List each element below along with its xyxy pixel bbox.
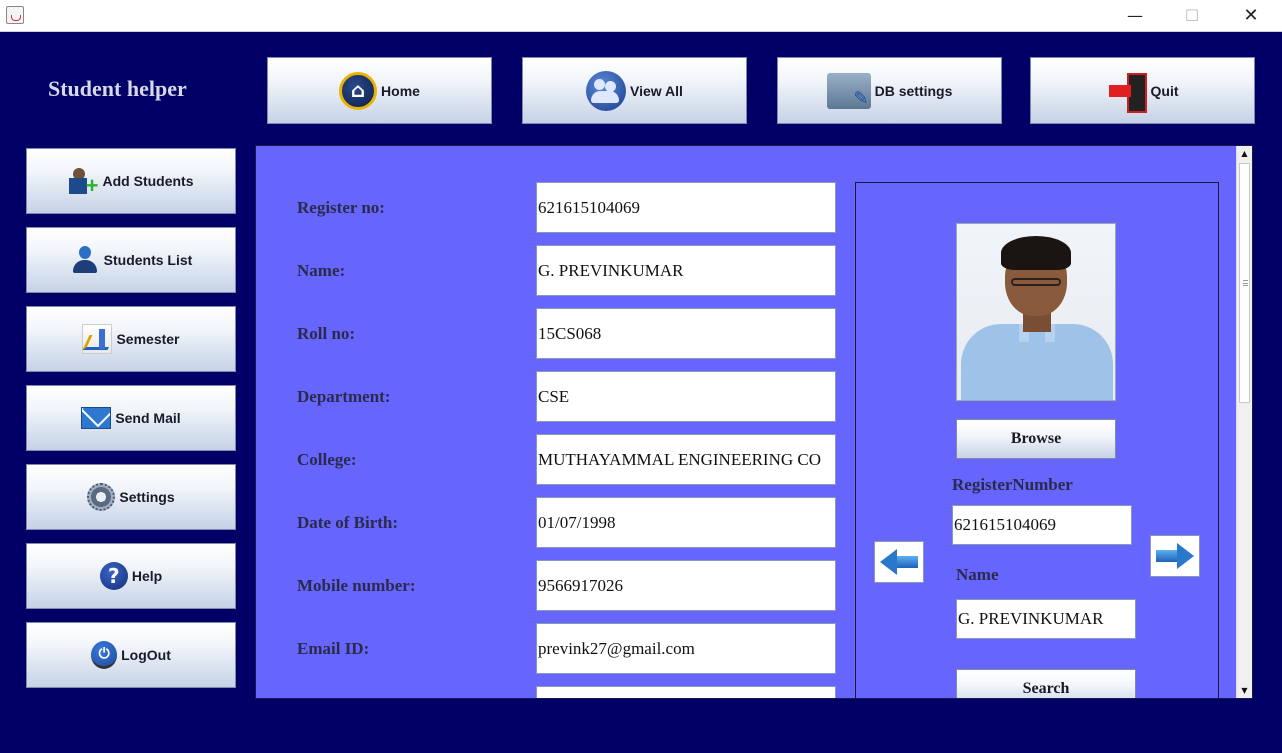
db-settings-label: DB settings <box>874 82 953 99</box>
sidebar-item-label: Semester <box>116 331 180 347</box>
sidebar-item-label: Settings <box>119 489 175 505</box>
mobile-number-field[interactable]: 9566917026 <box>536 560 836 611</box>
folder-settings-icon <box>826 72 871 109</box>
view-all-label: View All <box>630 82 683 99</box>
add-user-icon <box>68 166 99 196</box>
view-all-button[interactable]: View All <box>522 57 747 124</box>
chart-icon <box>82 324 113 354</box>
email-id-label: Email ID: <box>297 639 370 658</box>
student-photo <box>956 223 1116 401</box>
quit-label: Quit <box>1150 82 1179 99</box>
next-button[interactable] <box>1150 535 1200 577</box>
register-no-label: Register no: <box>297 198 385 217</box>
help-icon: ? <box>99 562 128 590</box>
search-button[interactable]: Search <box>956 669 1136 698</box>
exit-door-icon <box>1107 71 1147 113</box>
browse-button[interactable]: Browse <box>956 419 1116 459</box>
email-id-field[interactable]: prevink27@gmail.com <box>536 623 836 674</box>
college-label: College: <box>297 450 357 469</box>
scrollbar-thumb[interactable] <box>1239 163 1250 403</box>
quit-button[interactable]: Quit <box>1030 57 1255 124</box>
name-label: Name: <box>297 261 346 280</box>
student-detail-panel: Register no: 621615104069 Name: G. PREVI… <box>255 145 1253 699</box>
db-settings-button[interactable]: DB settings <box>777 57 1002 124</box>
mail-icon <box>81 407 112 429</box>
sidebar-item-students-list[interactable]: Students List <box>26 227 236 293</box>
logout-icon: ⏻ <box>91 641 118 669</box>
sidebar-item-label: Send Mail <box>115 410 181 426</box>
gear-icon <box>87 483 116 511</box>
date-of-birth-label: Date of Birth: <box>297 513 399 532</box>
roll-no-field[interactable]: 15CS068 <box>536 308 836 359</box>
college-field[interactable]: MUTHAYAMMAL ENGINEERING CO <box>536 434 836 485</box>
name-search-field[interactable]: G. PREVINKUMAR <box>956 599 1136 639</box>
sidebar-item-send-mail[interactable]: Send Mail <box>26 385 236 451</box>
register-number-label: RegisterNumber <box>952 475 1073 494</box>
app-window: Student helper Home View All DB settings… <box>2 33 1280 751</box>
student-photo-panel: Browse RegisterNumber 621615104069 Name … <box>855 182 1219 698</box>
arrow-right-icon <box>1156 543 1194 569</box>
vertical-scrollbar[interactable]: ▲ ▼ <box>1236 146 1252 698</box>
sidebar-item-help[interactable]: ? Help <box>26 543 236 609</box>
close-button[interactable]: ✕ <box>1231 4 1271 28</box>
home-icon <box>339 71 378 110</box>
date-of-birth-field[interactable]: 01/07/1998 <box>536 497 836 548</box>
sidebar-item-add-students[interactable]: Add Students <box>26 148 236 214</box>
user-icon <box>70 245 100 275</box>
sidebar-item-settings[interactable]: Settings <box>26 464 236 530</box>
sidebar-item-logout[interactable]: ⏻ LogOut <box>26 622 236 688</box>
home-button[interactable]: Home <box>267 57 492 124</box>
department-label: Department: <box>297 387 391 406</box>
register-number-search-field[interactable]: 621615104069 <box>952 505 1132 545</box>
scroll-down-arrow-icon[interactable]: ▼ <box>1237 683 1252 698</box>
previous-button[interactable] <box>874 541 924 583</box>
java-app-icon <box>6 6 24 24</box>
window-titlebar: — ☐ ✕ <box>0 0 1282 32</box>
maximize-button[interactable]: ☐ <box>1172 4 1212 28</box>
scroll-up-arrow-icon[interactable]: ▲ <box>1237 146 1252 161</box>
sidebar-item-label: Students List <box>103 252 193 268</box>
sidebar-item-label: Add Students <box>102 173 194 189</box>
home-label: Home <box>381 82 420 99</box>
sidebar-item-label: LogOut <box>121 647 171 663</box>
arrow-left-icon <box>880 549 918 575</box>
sidebar-item-semester[interactable]: Semester <box>26 306 236 372</box>
next-field[interactable] <box>536 686 836 698</box>
sidebar-item-label: Help <box>131 568 163 584</box>
users-icon <box>586 70 627 111</box>
department-field[interactable]: CSE <box>536 371 836 422</box>
app-title: Student helper <box>48 76 187 101</box>
roll-no-label: Roll no: <box>297 324 356 343</box>
mobile-number-label: Mobile number: <box>297 576 416 595</box>
register-no-field[interactable]: 621615104069 <box>536 182 836 233</box>
name-field[interactable]: G. PREVINKUMAR <box>536 245 836 296</box>
name-search-label: Name <box>956 565 999 584</box>
minimize-button[interactable]: — <box>1115 4 1155 28</box>
